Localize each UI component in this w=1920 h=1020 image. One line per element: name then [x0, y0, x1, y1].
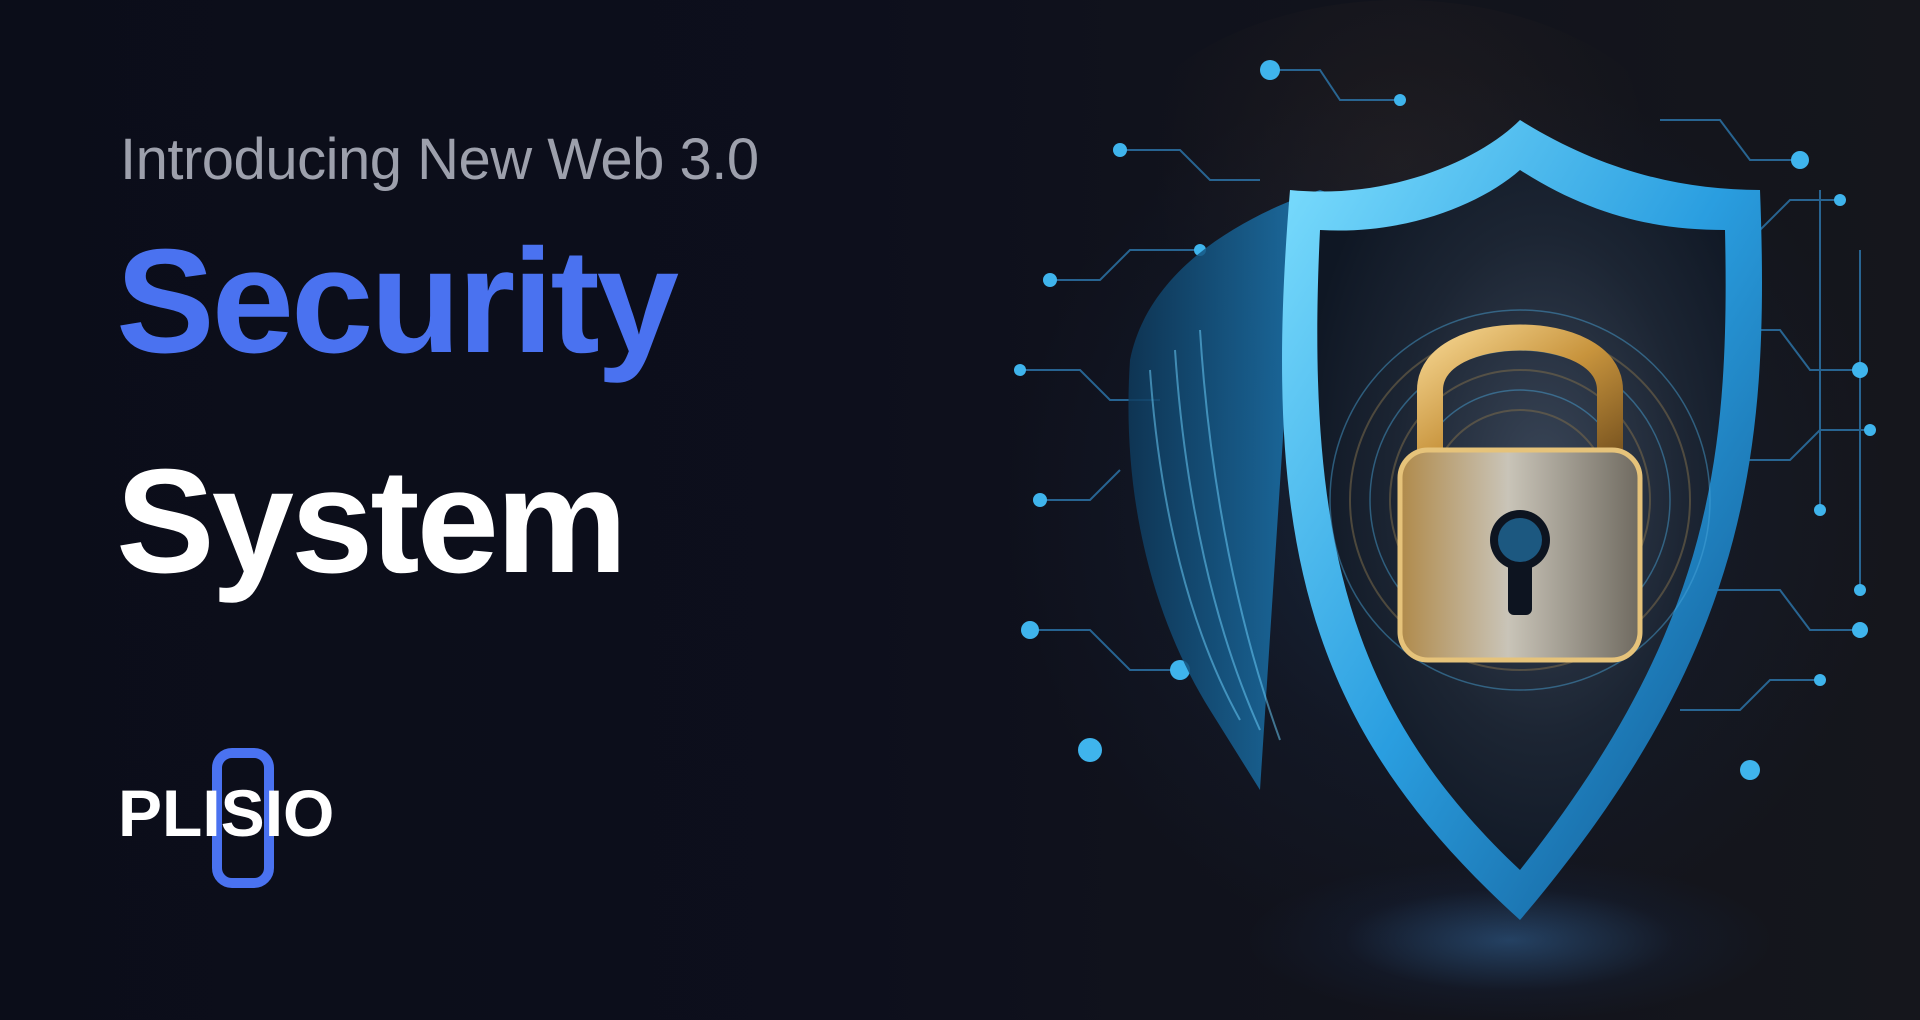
logo-wordmark: PLISIO — [118, 776, 335, 850]
headline-security: Security — [116, 219, 679, 384]
headline-system: System — [116, 439, 628, 604]
banner-kicker: Introducing New Web 3.0 — [120, 127, 759, 192]
plisio-logo: PLISIO — [118, 748, 368, 900]
hero-banner: Introducing New Web 3.0 Security System … — [0, 0, 1920, 1020]
shield-with-padlock-icon — [960, 30, 1920, 1010]
